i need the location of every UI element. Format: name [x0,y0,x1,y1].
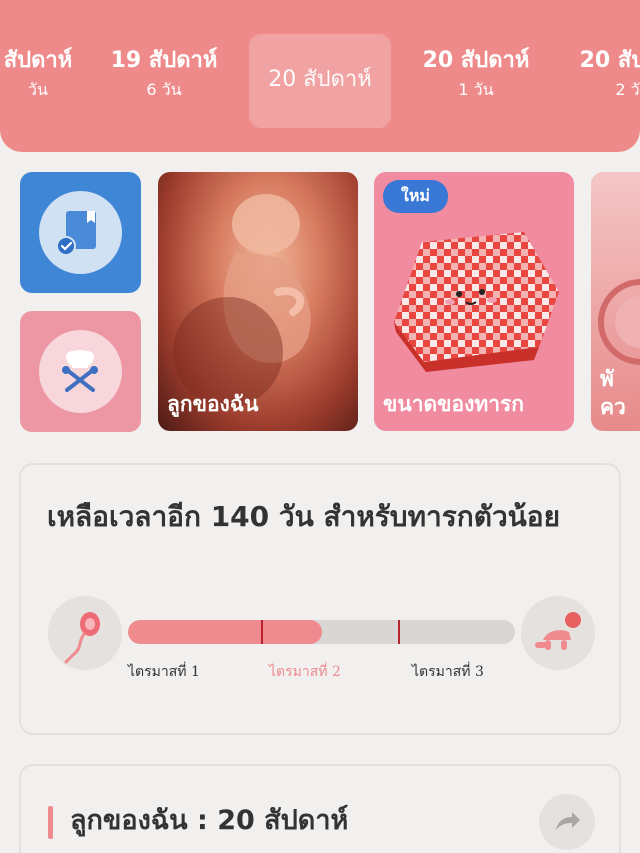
trimester-divider [261,620,263,644]
new-badge: ใหม่ [383,180,448,213]
countdown-panel: เหลือเวลาอีก 140 วัน สำหรับทารกตัวน้อย ไ… [19,463,621,735]
week-item-prev1[interactable]: 19 สัปดาห์ 6 วัน [84,48,244,100]
card-label: ขนาดของทารก [383,392,524,416]
progress-fill [128,620,322,644]
share-button[interactable] [539,794,595,850]
trimester-label-1: ไตรมาสที่ 1 [128,664,200,680]
week-selector: สัปดาห์ วัน 19 สัปดาห์ 6 วัน 20 สัปดาห์ … [0,0,640,152]
week-days: 2 วัน [615,80,640,99]
section-title: ลูกของฉัน : 20 สัปดาห์ [70,805,349,836]
week-days: 1 วัน [458,80,494,99]
countdown-text: เหลือเวลาอีก 140 วัน สำหรับทารกตัวน้อย [47,500,561,533]
my-baby-section: ลูกของฉัน : 20 สัปดาห์ [19,764,621,853]
crawling-baby-icon [521,596,595,670]
card-label: ลูกของฉัน [167,392,259,416]
week-item-next1[interactable]: 20 สัปดาห์ 1 วัน [396,48,556,100]
trimester-label-3: ไตรมาสที่ 3 [412,664,484,680]
next-card[interactable]: พั คว [591,172,640,431]
recipes-tile[interactable] [20,311,141,432]
sperm-icon [48,596,122,670]
baby-size-card[interactable]: ใหม่ ขนาดของทารก [374,172,574,431]
week-label: 20 สัปดาห์ [422,48,530,73]
week-label: 20 สัปดาห์ [268,67,372,92]
week-days: 6 วัน [146,80,182,99]
week-item-next2[interactable]: 20 สัปดาห์ 2 วัน [553,48,640,100]
week-label: 19 สัปดาห์ [110,48,218,73]
trimester-divider [398,620,400,644]
trimester-label-2: ไตรมาสที่ 2 [269,664,341,680]
pregnancy-progress-bar [128,620,515,644]
week-label: 20 สัปดาห์ [579,48,640,73]
title-accent-bar [48,806,53,839]
checklist-tile[interactable] [20,172,141,293]
chef-utensils-icon [39,330,122,413]
week-item-selected[interactable]: 20 สัปดาห์ [249,34,391,128]
card-label: พั คว [600,367,626,419]
my-baby-card[interactable]: ลูกของฉัน [158,172,358,431]
book-check-icon [39,191,122,274]
share-arrow-icon [556,812,580,830]
